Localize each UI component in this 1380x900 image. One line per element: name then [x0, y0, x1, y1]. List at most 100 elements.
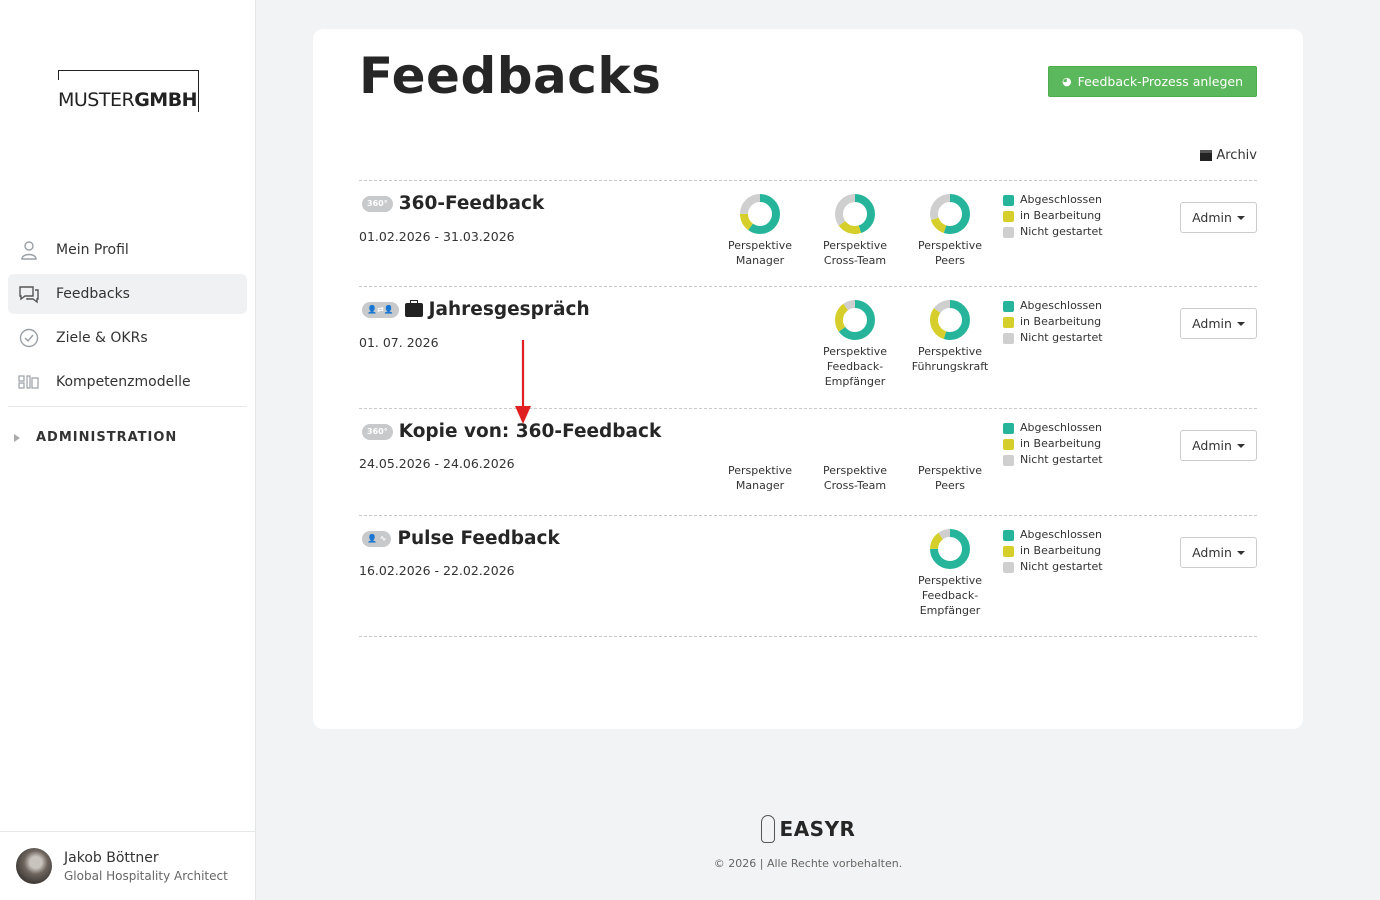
status-legend: Abgeschlossen in Bearbeitung Nicht gesta…: [1003, 527, 1103, 575]
progress-donut: [835, 194, 875, 234]
caret-down-icon: [1236, 550, 1245, 555]
sidebar-item-administration[interactable]: ADMINISTRATION: [14, 430, 177, 445]
footer: EASYR © 2026 | Alle Rechte vorbehalten.: [313, 815, 1303, 870]
user-role: Global Hospitality Architect: [64, 869, 228, 883]
feedback-title-text: 360-Feedback: [398, 193, 545, 214]
status-legend: Abgeschlossen in Bearbeitung Nicht gesta…: [1003, 298, 1103, 346]
sidebar-item-label: Kompetenzmodelle: [56, 374, 191, 390]
page-title: Feedbacks: [359, 47, 662, 105]
archive-label: Archiv: [1216, 148, 1257, 163]
perspective-label: Perspektive: [917, 574, 983, 587]
company-logo[interactable]: MUSTERGMBH: [58, 70, 200, 112]
perspective-name-cont: Empfänger: [824, 375, 886, 388]
logo-text-right: GMBH: [134, 89, 198, 111]
perspective-feedback-empfaenger[interactable]: Perspektive Feedback- Empfänger: [810, 298, 900, 389]
legend-item: in Bearbeitung: [1003, 436, 1103, 452]
feedback-title[interactable]: 👤 ∿ Pulse Feedback: [362, 528, 560, 549]
legend-item: Abgeschlossen: [1003, 420, 1103, 436]
create-feedback-process-button[interactable]: ◕ Feedback-Prozess anlegen: [1047, 66, 1257, 97]
bulb-icon: [760, 815, 775, 843]
perspective-label: Perspektive: [822, 464, 888, 477]
perspective-label: Perspektive: [822, 239, 888, 252]
feedback-date: 24.05.2026 - 24.06.2026: [359, 456, 515, 471]
progress-donut: [930, 194, 970, 234]
feedback-title-text: Jahresgespräch: [428, 299, 590, 320]
easyr-logo[interactable]: EASYR: [760, 815, 856, 843]
perspective-label: Perspektive: [917, 239, 983, 252]
admin-dropdown-button[interactable]: Admin: [1180, 308, 1257, 339]
one-on-one-badge-icon: 👤⇄👤: [362, 301, 399, 318]
sidebar-item-ziele-okrs[interactable]: Ziele & OKRs: [8, 318, 247, 358]
legend-item: Abgeschlossen: [1003, 192, 1103, 208]
perspective-manager[interactable]: Perspektive Manager: [715, 463, 805, 493]
feedback-date: 01.02.2026 - 31.03.2026: [359, 229, 515, 244]
perspective-name: Peers: [934, 254, 966, 267]
perspective-cross-team[interactable]: Perspektive Cross-Team: [810, 463, 900, 493]
sidebar-item-feedbacks[interactable]: Feedbacks: [8, 274, 247, 314]
dashboard-icon: ◕: [1061, 75, 1072, 88]
chevron-right-icon: [14, 433, 20, 442]
perspective-peers[interactable]: Perspektive Peers: [905, 192, 995, 268]
legend-item: in Bearbeitung: [1003, 314, 1103, 330]
perspective-name: Feedback-: [826, 360, 884, 373]
copyright: © 2026 | Alle Rechte vorbehalten.: [713, 857, 903, 870]
perspective-name: Feedback-: [921, 589, 979, 602]
feedback-title[interactable]: 360° Kopie von: 360-Feedback: [362, 421, 661, 442]
avatar[interactable]: [16, 848, 52, 884]
admin-dropdown-button[interactable]: Admin: [1180, 430, 1257, 461]
legend-item: Abgeschlossen: [1003, 527, 1103, 543]
progress-donut: [930, 529, 970, 569]
sidebar-nav: Mein Profil Feedbacks Ziele & OKRs Kompe…: [8, 230, 247, 407]
perspective-peers[interactable]: Perspektive Peers: [905, 463, 995, 493]
status-legend: Abgeschlossen in Bearbeitung Nicht gesta…: [1003, 420, 1103, 468]
admin-dropdown-button[interactable]: Admin: [1180, 202, 1257, 233]
feedback-row-jahresgespraech: 👤⇄👤 Jahresgespräch 01. 07. 2026 Perspekt…: [359, 287, 1257, 409]
perspective-label: Perspektive: [917, 345, 983, 358]
perspective-manager[interactable]: Perspektive Manager: [715, 192, 805, 268]
caret-down-icon: [1236, 443, 1245, 448]
perspective-cross-team[interactable]: Perspektive Cross-Team: [810, 192, 900, 268]
archive-link[interactable]: Archiv: [1200, 148, 1257, 163]
sidebar-item-kompetenzmodelle[interactable]: Kompetenzmodelle: [8, 362, 247, 402]
feedback-title[interactable]: 👤⇄👤 Jahresgespräch: [362, 299, 590, 320]
sidebar-item-mein-profil[interactable]: Mein Profil: [8, 230, 247, 270]
administration-label: ADMINISTRATION: [36, 430, 178, 445]
admin-dropdown-button[interactable]: Admin: [1180, 537, 1257, 568]
perspective-feedback-empfaenger[interactable]: Perspektive Feedback- Empfänger: [905, 527, 995, 618]
archive-icon: [1200, 150, 1213, 161]
legend-item: Nicht gestartet: [1003, 330, 1103, 346]
sidebar-item-label: Feedbacks: [56, 286, 130, 302]
sidebar-item-label: Mein Profil: [56, 242, 129, 258]
caret-down-icon: [1236, 321, 1245, 326]
grid-icon: [18, 371, 40, 393]
caret-down-icon: [1236, 215, 1245, 220]
feedback-row-pulse: 👤 ∿ Pulse Feedback 16.02.2026 - 22.02.20…: [359, 516, 1257, 637]
360-badge-icon: 360°: [362, 423, 393, 440]
perspective-name: Führungskraft: [911, 360, 989, 373]
feedback-date: 16.02.2026 - 22.02.2026: [359, 563, 515, 578]
pulse-badge-icon: 👤 ∿: [362, 530, 392, 547]
perspective-fuehrungskraft[interactable]: Perspektive Führungskraft: [905, 298, 995, 374]
logo-text-left: MUSTER: [58, 89, 135, 111]
legend-item: in Bearbeitung: [1003, 543, 1103, 559]
legend-item: Nicht gestartet: [1003, 452, 1103, 468]
briefcase-icon: [404, 299, 423, 317]
legend-item: Nicht gestartet: [1003, 224, 1103, 240]
sidebar-divider: [8, 406, 247, 407]
360-badge-icon: 360°: [362, 195, 393, 212]
user-profile[interactable]: Jakob Böttner Global Hospitality Archite…: [0, 831, 256, 900]
perspective-name: Cross-Team: [823, 254, 887, 267]
feedbacks-card: Feedbacks ◕ Feedback-Prozess anlegen Arc…: [313, 29, 1303, 729]
perspective-name: Manager: [735, 254, 785, 267]
legend-item: Nicht gestartet: [1003, 559, 1103, 575]
check-circle-icon: [18, 327, 40, 349]
perspective-label: Perspektive: [822, 345, 888, 358]
legend-item: in Bearbeitung: [1003, 208, 1103, 224]
easyr-brand: EASYR: [779, 817, 856, 841]
feedback-title-text: Kopie von: 360-Feedback: [398, 421, 662, 442]
perspective-label: Perspektive: [727, 464, 793, 477]
feedback-title[interactable]: 360° 360-Feedback: [362, 193, 544, 214]
perspective-name: Manager: [735, 479, 785, 492]
admin-label: Admin: [1192, 316, 1232, 331]
feedback-date: 01. 07. 2026: [359, 335, 439, 350]
